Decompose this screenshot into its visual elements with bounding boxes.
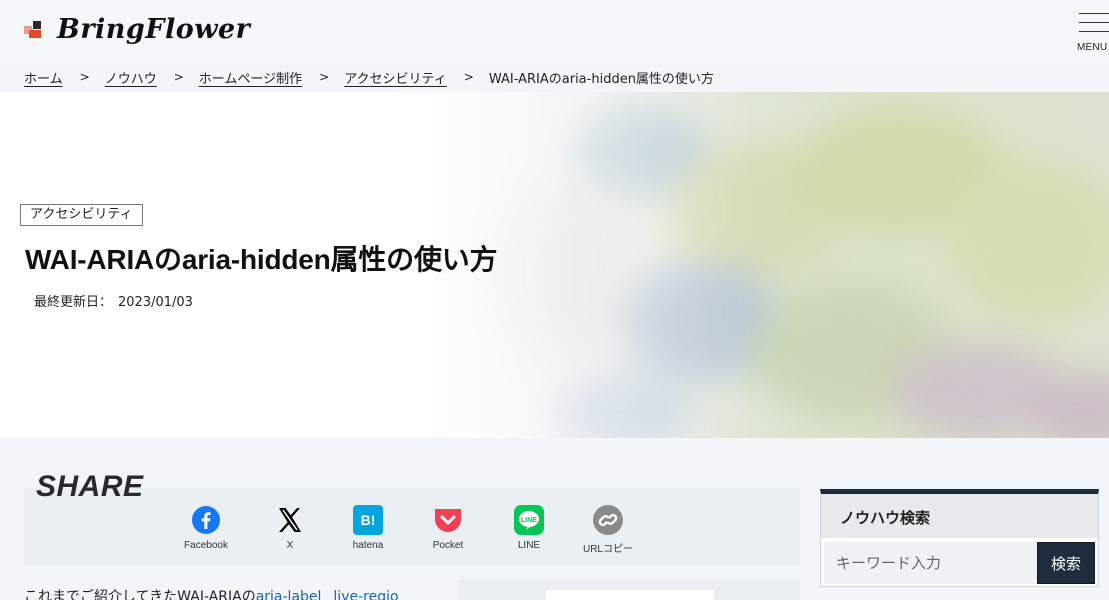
svg-text:LINE: LINE xyxy=(521,517,537,524)
live-region-link[interactable]: live-regio xyxy=(333,589,398,600)
breadcrumb-separator: > xyxy=(319,70,330,84)
share-title: SHARE xyxy=(36,470,144,503)
facebook-icon xyxy=(192,506,220,534)
hamburger-icon xyxy=(1079,13,1109,14)
svg-text:B!: B! xyxy=(361,512,376,528)
share-hatena-button[interactable]: B! hatena xyxy=(328,505,408,551)
share-pocket-button[interactable]: Pocket xyxy=(408,505,488,551)
logo-mark-icon xyxy=(24,21,41,38)
share-line-button[interactable]: LINE LINE xyxy=(489,505,569,551)
breadcrumb-accessibility[interactable]: アクセシビリティ xyxy=(344,68,447,87)
category-tag[interactable]: アクセシビリティ xyxy=(20,204,143,226)
updated-label: 最終更新日： xyxy=(34,295,113,310)
search-input[interactable] xyxy=(824,542,1037,584)
breadcrumb-knowhow[interactable]: ノウハウ xyxy=(105,68,157,87)
share-facebook-button[interactable]: Facebook xyxy=(166,505,246,551)
last-updated: 最終更新日： 2023/01/03 xyxy=(34,291,193,310)
site-logo[interactable]: BringFlower xyxy=(24,14,250,45)
breadcrumb-separator: > xyxy=(173,70,184,84)
pocket-icon xyxy=(435,509,461,532)
line-icon: LINE xyxy=(514,505,544,535)
link-icon xyxy=(593,505,623,535)
x-icon xyxy=(279,508,301,532)
aria-label-link[interactable]: aria-label xyxy=(256,589,322,600)
search-widget-title: ノウハウ検索 xyxy=(840,509,931,527)
share-url-copy-button[interactable]: URLコピー xyxy=(568,505,648,555)
breadcrumb-separator: > xyxy=(79,70,90,84)
knowhow-search-widget: ノウハウ検索 検索 xyxy=(820,489,1099,587)
breadcrumb-home[interactable]: ホーム xyxy=(24,68,63,87)
logo-text: BringFlower xyxy=(57,14,251,45)
menu-button[interactable]: MENU xyxy=(1077,13,1109,55)
article-intro: これまでご紹介してきたWAI-ARIAのaria-label live-regio xyxy=(24,586,399,600)
breadcrumb-web-production[interactable]: ホームページ制作 xyxy=(199,68,302,87)
hatena-icon: B! xyxy=(353,505,383,535)
updated-date: 2023/01/03 xyxy=(118,295,193,310)
search-button[interactable]: 検索 xyxy=(1037,542,1095,584)
table-of-contents-box xyxy=(458,580,800,600)
breadcrumb: ホーム > ノウハウ > ホームページ制作 > アクセシビリティ > WAI-A… xyxy=(24,62,714,92)
menu-label: MENU xyxy=(1077,42,1108,53)
share-x-button[interactable]: X xyxy=(250,505,330,551)
breadcrumb-separator: > xyxy=(463,70,474,84)
page-title: WAI-ARIAのaria-hidden属性の使い方 xyxy=(25,244,498,275)
site-header: BringFlower MENU xyxy=(0,0,1109,62)
breadcrumb-current: WAI-ARIAのaria-hidden属性の使い方 xyxy=(488,71,714,87)
search-widget-header: ノウハウ検索 xyxy=(821,494,1098,538)
article-hero: アクセシビリティ WAI-ARIAのaria-hidden属性の使い方 最終更新… xyxy=(0,92,1109,438)
